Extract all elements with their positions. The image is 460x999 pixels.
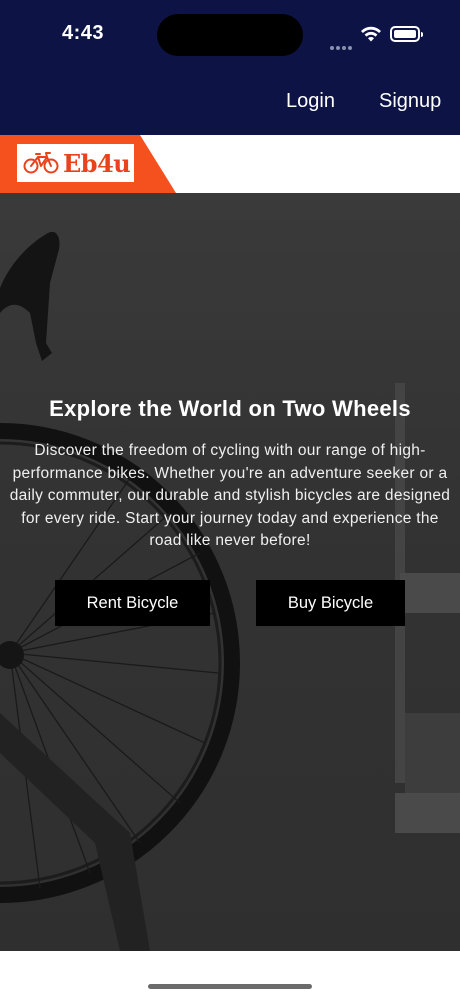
hero-description: Discover the freedom of cycling with our… xyxy=(9,442,451,549)
top-header: 4:43 Login Signup xyxy=(0,0,460,135)
login-link[interactable]: Login xyxy=(286,90,335,113)
home-indicator[interactable] xyxy=(148,984,312,989)
hero-title: Explore the World on Two Wheels xyxy=(49,396,411,421)
logo[interactable]: Eb4u xyxy=(17,144,134,182)
logo-band: Eb4u xyxy=(0,135,460,193)
hero-section: Explore the World on Two Wheels Discover… xyxy=(0,193,460,951)
bicycle-icon xyxy=(23,152,59,174)
logo-text: Eb4u xyxy=(63,148,131,178)
battery-icon xyxy=(390,26,423,42)
status-time: 4:43 xyxy=(62,22,105,44)
buy-bicycle-button[interactable]: Buy Bicycle xyxy=(256,580,405,626)
signup-link[interactable]: Signup xyxy=(379,90,441,113)
rent-bicycle-button[interactable]: Rent Bicycle xyxy=(55,580,210,626)
wifi-icon xyxy=(361,26,381,42)
bicycle-background-image xyxy=(0,231,460,951)
cellular-signal-icon xyxy=(330,37,354,55)
bottom-area xyxy=(0,951,460,999)
dynamic-island xyxy=(157,14,303,56)
